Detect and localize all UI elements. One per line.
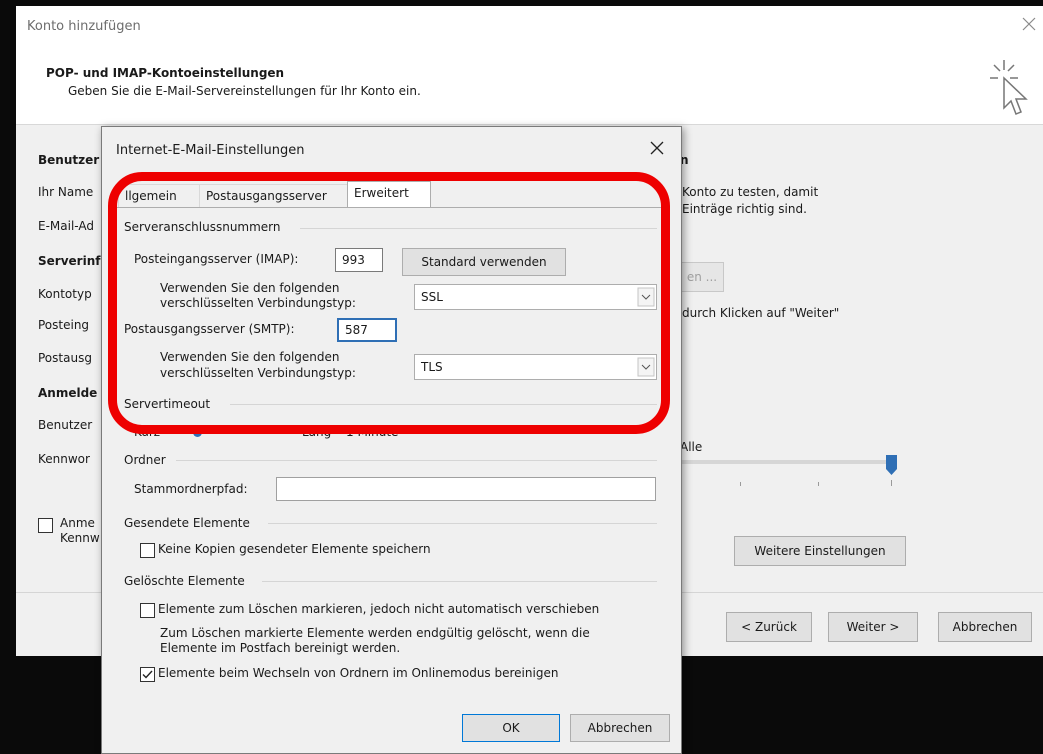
no-sent-copies-label: Keine Kopien gesendeter Elemente speiche… [158, 542, 431, 556]
sub-cancel-button[interactable]: Abbrechen [570, 714, 670, 742]
group-sent-label: Gesendete Elemente [124, 516, 250, 530]
label-your-name: Ihr Name [38, 185, 94, 199]
checkmark-icon [142, 670, 153, 679]
right-text-2: Einträge richtig sind. [682, 202, 807, 216]
sub-close-icon[interactable] [649, 140, 665, 156]
right-next-text: durch Klicken auf "Weiter" [682, 306, 840, 320]
purge-online-label: Elemente beim Wechseln von Ordnern im On… [158, 666, 559, 680]
deletion-note-1: Zum Löschen markierte Elemente werden en… [160, 626, 590, 640]
red-highlight-annotation [108, 172, 670, 434]
root-folder-input[interactable] [276, 477, 656, 501]
ok-button[interactable]: OK [462, 714, 560, 742]
cursor-sparkle-icon [984, 58, 1032, 118]
offline-slider-track[interactable] [680, 460, 895, 464]
label-password: Kennwor [38, 452, 90, 466]
mark-for-deletion-label: Elemente zum Löschen markieren, jedoch n… [158, 602, 600, 616]
back-button[interactable]: < Zurück [726, 612, 812, 642]
remember-password-label-2: Kennw [60, 531, 100, 545]
offline-slider-thumb[interactable] [886, 455, 897, 475]
label-username: Benutzer [38, 418, 93, 432]
remember-password-checkbox[interactable] [38, 518, 53, 533]
sub-title: Internet-E-Mail-Einstellungen [116, 143, 305, 158]
main-close-icon[interactable] [1021, 16, 1037, 32]
label-incoming: Posteing [38, 318, 90, 332]
label-email: E-Mail-Ad [38, 219, 94, 233]
main-subheading: Geben Sie die E-Mail-Servereinstellungen… [68, 84, 421, 98]
more-settings-button[interactable]: Weitere Einstellungen [734, 536, 906, 566]
deletion-note-2: Elemente im Postfach bereinigt werden. [160, 641, 401, 655]
right-text-1: Konto zu testen, damit [682, 185, 819, 199]
root-folder-label: Stammordnerpfad: [134, 482, 248, 496]
label-server-info: Serverinf [38, 254, 101, 268]
group-deleted-label: Gelöschte Elemente [124, 574, 245, 588]
label-outgoing: Postausg [38, 351, 92, 365]
group-folder-label: Ordner [124, 453, 166, 467]
test-account-button[interactable]: en ... [680, 262, 724, 292]
label-account-type: Kontotyp [38, 287, 92, 301]
mark-for-deletion-checkbox[interactable] [140, 603, 155, 618]
main-title: Konto hinzufügen [27, 19, 141, 34]
main-cancel-button[interactable]: Abbrechen [938, 612, 1032, 642]
no-sent-copies-checkbox[interactable] [140, 543, 155, 558]
label-logon: Anmelde [38, 386, 98, 400]
next-button[interactable]: Weiter > [828, 612, 918, 642]
slider-label: Alle [680, 440, 703, 454]
label-user-info: Benutzer [38, 153, 100, 167]
purge-online-checkbox[interactable] [140, 667, 155, 682]
main-heading: POP- und IMAP-Kontoeinstellungen [46, 66, 285, 80]
remember-password-label-1: Anme [60, 516, 95, 530]
